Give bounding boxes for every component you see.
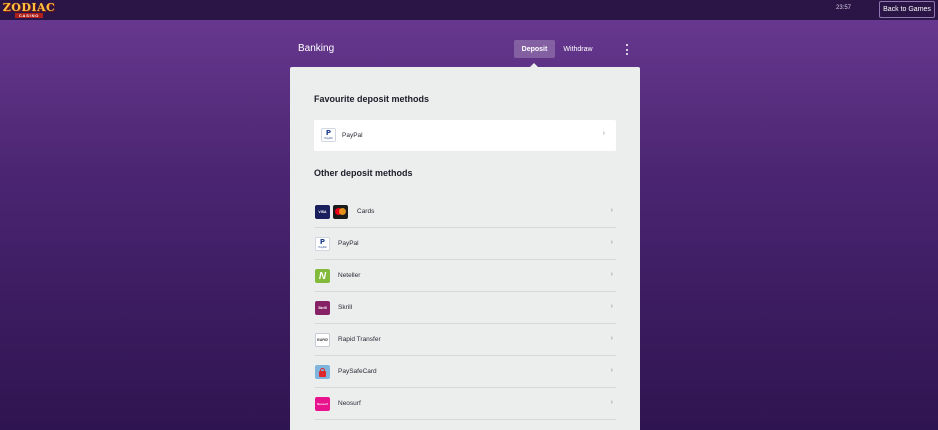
method-row-neteller[interactable]: N Neteller › [314,260,616,292]
deposit-panel: Favourite deposit methods P PayPal PayPa… [290,67,640,430]
method-row-cards[interactable]: VISA Cards › [314,196,616,228]
rapid-transfer-icon: RAPID [315,333,330,347]
method-row-rapid-transfer[interactable]: RAPID Rapid Transfer › [314,324,616,356]
tab-withdraw[interactable]: Withdraw [562,40,594,58]
method-row-neosurf[interactable]: Neosurf Neosurf › [314,388,616,420]
favourite-method-paypal[interactable]: P PayPal PayPal › [314,120,616,151]
paypal-icon: P PayPal [321,128,336,142]
method-label: Rapid Transfer [338,336,381,343]
chevron-right-icon: › [602,130,605,137]
other-methods-heading: Other deposit methods [314,168,413,178]
method-label: PayPal [342,132,363,139]
tab-deposit[interactable]: Deposit [514,40,555,58]
method-label: Neosurf [338,400,361,407]
neosurf-icon: Neosurf [315,397,330,411]
back-to-games-button[interactable]: Back to Games [879,1,935,18]
method-row-paypal[interactable]: P PayPal PayPal › [314,228,616,260]
method-label: PayPal [338,240,359,247]
chevron-right-icon: › [610,303,613,310]
logo-subtitle: CASINO [14,12,44,18]
paysafecard-icon [315,365,330,379]
method-row-skrill[interactable]: Skrill Skrill › [314,292,616,324]
paypal-icon: P PayPal [315,237,330,251]
logo-wordmark: ZODIAC [2,0,56,14]
clock: 23:57 [835,5,851,11]
zodiac-casino-logo[interactable]: ZODIAC CASINO [2,1,56,18]
top-bar: ZODIAC CASINO 23:57 Back to Games [0,0,938,20]
chevron-right-icon: › [610,367,613,374]
skrill-icon: Skrill [315,301,330,315]
method-label: PaySafeCard [338,368,377,375]
favourite-methods-heading: Favourite deposit methods [314,94,430,104]
method-label: Neteller [338,272,361,279]
chevron-right-icon: › [610,335,613,342]
chevron-right-icon: › [610,207,613,214]
method-label: Skrill [338,304,353,311]
chevron-right-icon: › [610,399,613,406]
neteller-icon: N [315,269,330,283]
mastercard-icon [333,205,348,219]
method-row-paysafecard[interactable]: PaySafeCard › [314,356,616,388]
chevron-right-icon: › [610,239,613,246]
visa-icon: VISA [315,205,330,219]
page-title: Banking [298,43,335,54]
method-label: Cards [357,208,375,215]
chevron-right-icon: › [610,271,613,278]
kebab-menu-icon[interactable] [624,44,630,55]
